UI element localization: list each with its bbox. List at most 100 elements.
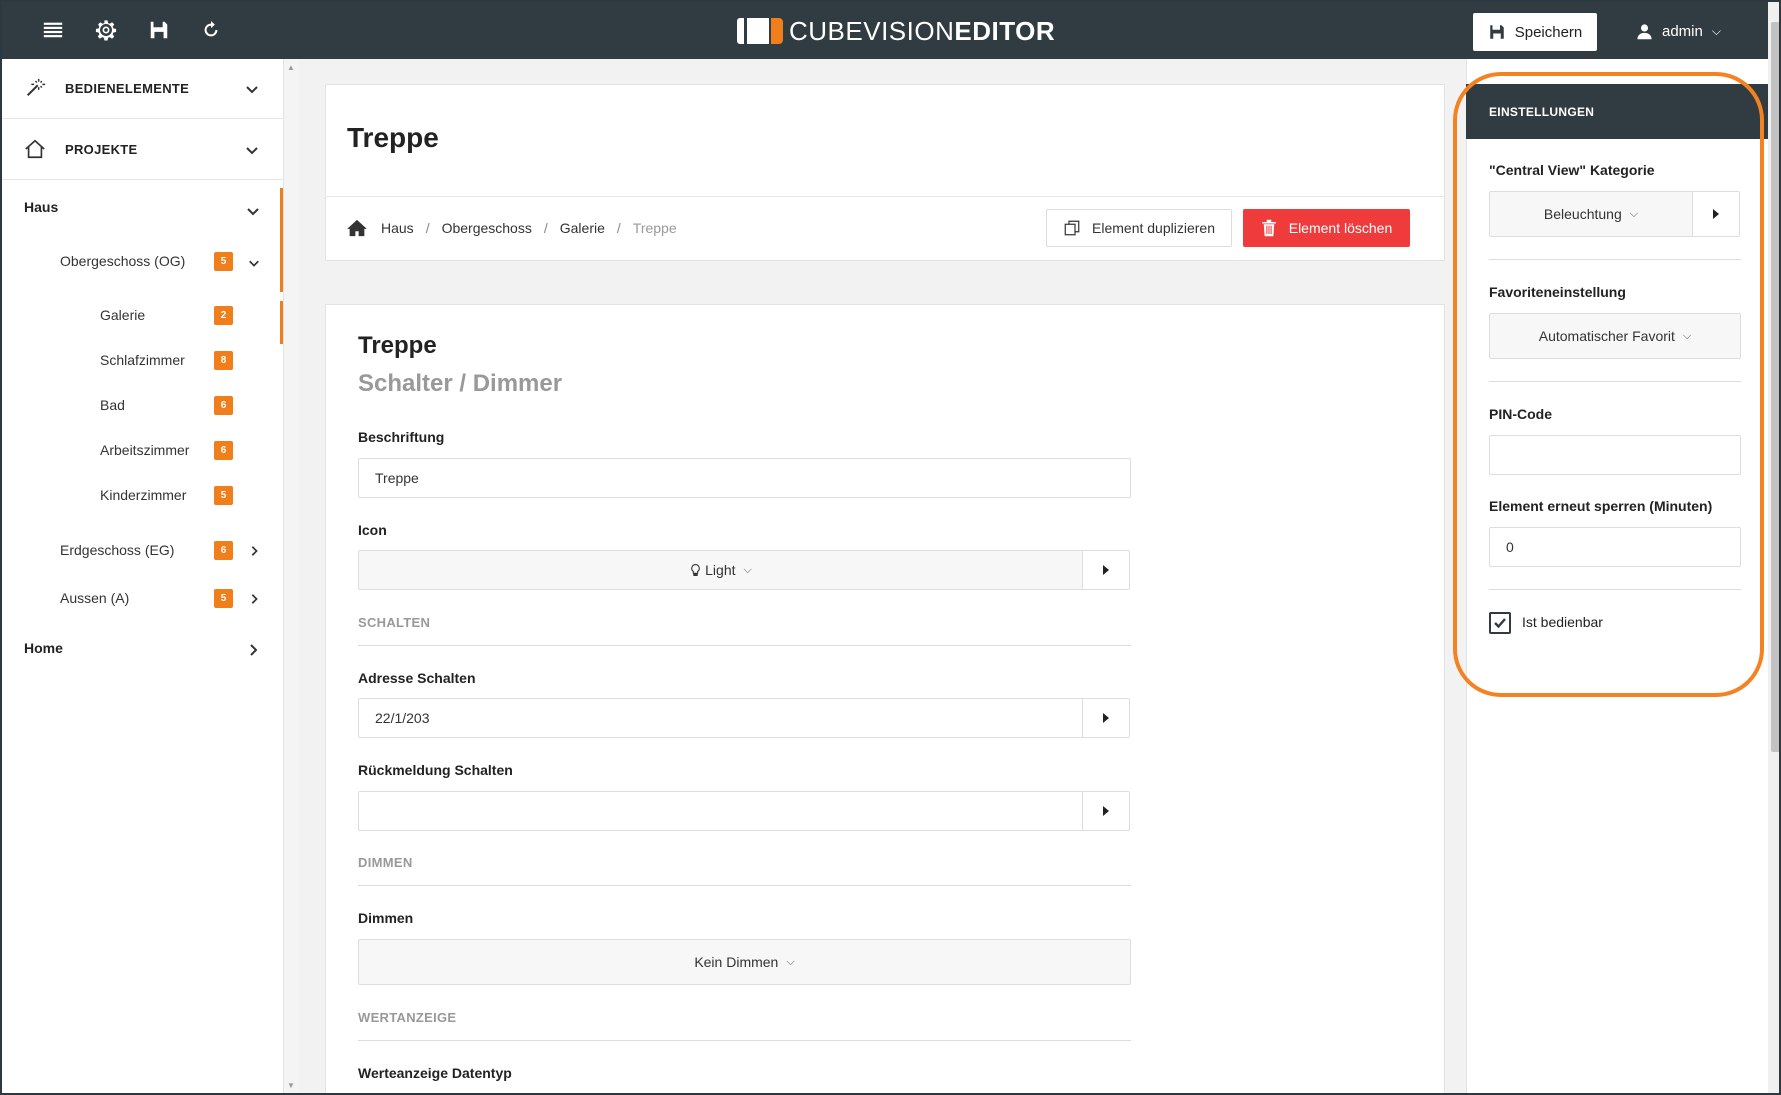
dimmen-select[interactable]: Kein Dimmen ⌵: [358, 939, 1131, 985]
adresse-schalten-input[interactable]: 22/1/203: [358, 698, 1083, 738]
dimmen-label: Dimmen: [358, 910, 414, 926]
duplicate-element-button[interactable]: Element duplizieren: [1046, 209, 1232, 247]
favorite-label: Favoriteneinstellung: [1489, 284, 1626, 300]
tree-item-label: Kinderzimmer: [100, 487, 187, 503]
breadcrumb-item[interactable]: Galerie: [560, 220, 605, 236]
count-badge: 5: [214, 589, 233, 608]
tree-item-erdgeschoss[interactable]: Erdgeschoss (EG) 6: [2, 531, 284, 571]
pin-code-label: PIN-Code: [1489, 406, 1552, 422]
gear-icon[interactable]: [92, 16, 120, 44]
chevron-down-icon: [246, 147, 258, 155]
werteanzeige-datentyp-label: Werteanzeige Datentyp: [358, 1065, 512, 1081]
chevron-down-icon: ⌵: [1711, 23, 1721, 38]
rueckmeldung-schalten-label: Rückmeldung Schalten: [358, 762, 513, 778]
operable-checkbox[interactable]: [1489, 612, 1511, 634]
tree-item-label: Erdgeschoss (EG): [60, 542, 175, 558]
count-badge: 6: [214, 396, 233, 415]
lightbulb-icon: [691, 564, 700, 576]
divider: [325, 196, 1445, 197]
scroll-down-icon[interactable]: ▼: [287, 1081, 295, 1090]
save-disk-icon[interactable]: [145, 16, 173, 44]
page-scrollbar[interactable]: [1768, 2, 1779, 1093]
save-button[interactable]: Speichern: [1473, 13, 1597, 51]
magic-wand-icon: [24, 77, 46, 99]
tree-item-arbeitszimmer[interactable]: Arbeitszimmer 6: [2, 431, 284, 471]
tree-item-label: Home: [24, 640, 63, 656]
menu-icon[interactable]: [39, 16, 67, 44]
save-disk-icon: [1489, 25, 1504, 39]
tree-item-schlafzimmer[interactable]: Schlafzimmer 8: [2, 341, 284, 381]
refresh-icon[interactable]: [197, 16, 225, 44]
rueckmeldung-schalten-input[interactable]: [358, 791, 1083, 831]
pin-code-input[interactable]: [1489, 435, 1741, 475]
breadcrumb: Haus / Obergeschoss / Galerie / Treppe: [347, 217, 677, 239]
user-icon: [1637, 23, 1652, 39]
checkmark-icon: [1494, 618, 1506, 629]
logo-text-bold: EDITOR: [954, 15, 1056, 46]
relock-minutes-label: Element erneut sperren (Minuten): [1489, 498, 1713, 514]
app-window: CUBEVISION EDITOR Speichern admin ⌵ BEDIE…: [0, 0, 1781, 1095]
section-heading-schalten: SCHALTEN: [358, 615, 431, 630]
icon-select[interactable]: Light ⌵: [358, 550, 1083, 590]
divider: [358, 645, 1131, 646]
sidebar-scrollbar[interactable]: ▲ ▼: [284, 59, 299, 1093]
tree-item-kinderzimmer[interactable]: Kinderzimmer 5: [2, 476, 284, 516]
delete-label: Element löschen: [1288, 220, 1393, 236]
sidebar-section-label: BEDIENELEMENTE: [65, 81, 190, 96]
chevron-down-icon: [246, 86, 258, 94]
tree-item-label: Bad: [100, 397, 125, 413]
sidebar-section-label: PROJEKTE: [65, 142, 138, 157]
home-icon: [24, 138, 46, 160]
favorite-select-value: Automatischer Favorit: [1538, 328, 1675, 344]
chevron-down-icon: [247, 208, 259, 216]
breadcrumb-item[interactable]: Obergeschoss: [442, 220, 532, 236]
divider: [1489, 589, 1741, 590]
icon-picker-button[interactable]: [1082, 550, 1130, 590]
category-picker-button[interactable]: [1692, 191, 1740, 237]
category-select[interactable]: Beleuchtung ⌵: [1489, 191, 1693, 237]
divider: [1489, 259, 1741, 260]
divider: [1489, 381, 1741, 382]
tree-item-obergeschoss[interactable]: Obergeschoss (OG) 5: [2, 242, 284, 282]
count-badge: 6: [214, 441, 233, 460]
tree-item-label: Galerie: [100, 307, 146, 323]
breadcrumb-item[interactable]: Haus: [381, 220, 414, 236]
caret-right-icon: [1103, 806, 1109, 816]
scroll-up-icon[interactable]: ▲: [287, 63, 295, 72]
scrollbar-thumb[interactable]: [1771, 22, 1779, 752]
tree-item-home[interactable]: Home: [2, 629, 284, 669]
beschriftung-value: Treppe: [375, 470, 419, 486]
sidebar-section-bedienelemente[interactable]: BEDIENELEMENTE: [2, 59, 284, 119]
sidebar-section-projekte[interactable]: PROJEKTE: [2, 120, 284, 180]
home-icon[interactable]: [347, 219, 367, 237]
tree-item-galerie[interactable]: Galerie 2: [2, 296, 284, 336]
tree-item-haus[interactable]: Haus: [2, 188, 284, 228]
chevron-down-icon: ⌵: [1629, 207, 1639, 220]
user-menu[interactable]: admin ⌵: [1636, 20, 1721, 42]
chevron-right-icon: [251, 546, 258, 556]
divider: [358, 885, 1131, 886]
caret-right-icon: [1103, 713, 1109, 723]
relock-minutes-input[interactable]: 0: [1489, 527, 1741, 567]
favorite-select[interactable]: Automatischer Favorit ⌵: [1489, 313, 1741, 359]
delete-element-button[interactable]: Element löschen: [1243, 209, 1410, 247]
tree-item-bad[interactable]: Bad 6: [2, 386, 284, 426]
tree-item-aussen[interactable]: Aussen (A) 5: [2, 579, 284, 619]
divider: [358, 1040, 1131, 1041]
adresse-schalten-picker-button[interactable]: [1082, 698, 1130, 738]
sidebar: BEDIENELEMENTE PROJEKTE Haus Obergeschos…: [2, 59, 284, 1093]
chevron-right-icon: [250, 644, 258, 656]
count-badge: 5: [214, 486, 233, 505]
duplicate-label: Element duplizieren: [1092, 220, 1215, 236]
caret-right-icon: [1713, 209, 1719, 219]
app-logo: CUBEVISION EDITOR: [737, 16, 1055, 46]
save-button-label: Speichern: [1514, 23, 1583, 41]
category-select-value: Beleuchtung: [1543, 206, 1622, 222]
caret-right-icon: [1103, 565, 1109, 575]
chevron-down-icon: [249, 260, 259, 267]
settings-header: EINSTELLUNGEN: [1466, 84, 1768, 139]
page-title: Treppe: [347, 122, 439, 153]
breadcrumb-current: Treppe: [632, 220, 677, 236]
beschriftung-input[interactable]: Treppe: [358, 458, 1131, 498]
rueckmeldung-schalten-picker-button[interactable]: [1082, 791, 1130, 831]
